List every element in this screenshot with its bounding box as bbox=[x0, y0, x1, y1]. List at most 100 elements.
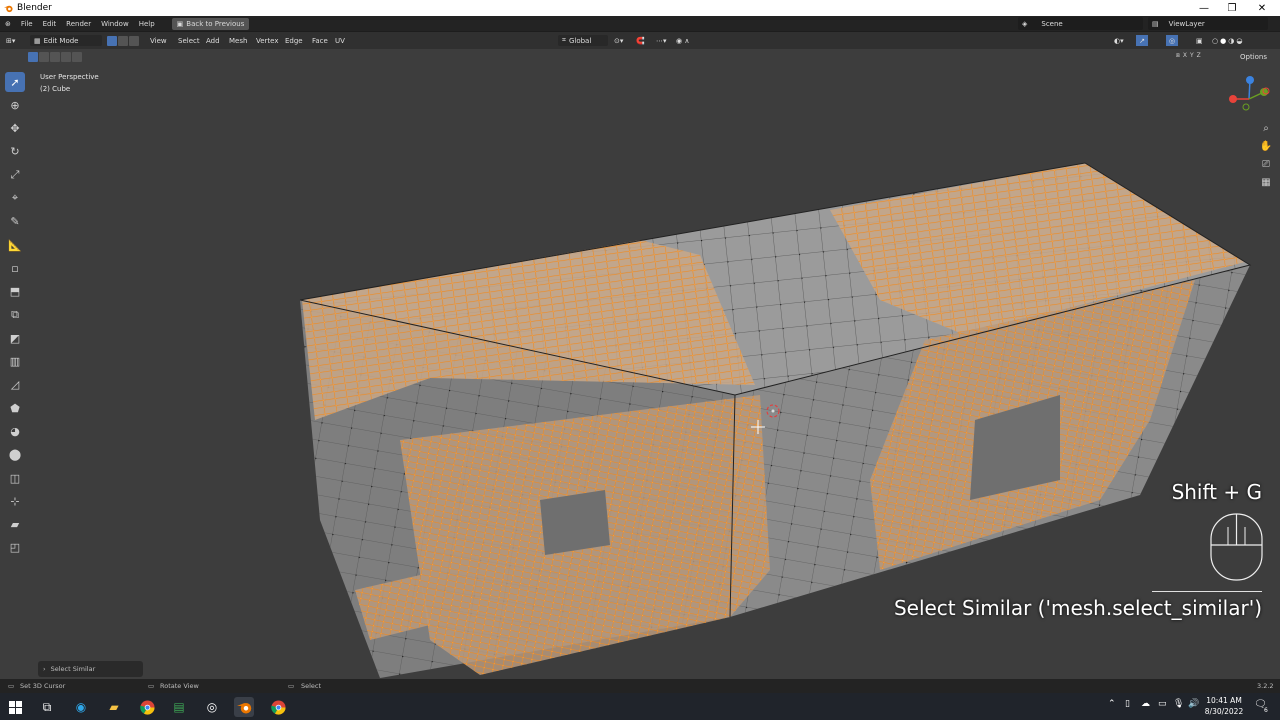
inset-tool-icon[interactable]: ⧉ bbox=[5, 305, 25, 325]
select-box-tool-icon[interactable]: ➚ bbox=[5, 72, 25, 92]
obs-icon[interactable]: ◎ bbox=[202, 697, 222, 717]
loop-cut-tool-icon[interactable]: ▥ bbox=[5, 352, 25, 372]
zoom-icon[interactable]: ⌕ bbox=[1258, 120, 1274, 136]
task-view-icon[interactable]: ⧉ bbox=[37, 697, 57, 717]
transform-tool-icon[interactable]: ⌖ bbox=[5, 188, 25, 208]
microphone-icon[interactable]: 🎙 bbox=[1173, 699, 1184, 709]
scale-tool-icon[interactable]: ⤢ bbox=[5, 165, 25, 185]
menu-add[interactable]: Add bbox=[206, 35, 220, 46]
subtract-selection-button[interactable] bbox=[50, 52, 60, 62]
measure-tool-icon[interactable]: 📐 bbox=[5, 235, 25, 255]
menu-select[interactable]: Select bbox=[178, 35, 200, 46]
blender-logo-icon bbox=[4, 4, 13, 13]
bevel-tool-icon[interactable]: ◩ bbox=[5, 328, 25, 348]
last-operator-panel[interactable]: › Select Similar bbox=[38, 661, 143, 677]
solid-shading-icon[interactable]: ● bbox=[1220, 37, 1226, 45]
mode-dropdown[interactable]: ▦ Edit Mode bbox=[30, 35, 102, 46]
intersect-selection-button[interactable] bbox=[72, 52, 82, 62]
menu-edit[interactable]: Edit bbox=[38, 20, 62, 28]
chrome-icon-2[interactable] bbox=[268, 697, 288, 717]
overlay-toggle-icon[interactable]: ◎ bbox=[1166, 35, 1178, 46]
view-name-label: User Perspective bbox=[40, 73, 99, 81]
invert-selection-button[interactable] bbox=[61, 52, 71, 62]
visibility-icon[interactable]: ◐▾ bbox=[1114, 35, 1124, 46]
back-icon: ▣ bbox=[176, 19, 184, 28]
edge-select-button[interactable] bbox=[118, 35, 128, 46]
poly-build-tool-icon[interactable]: ⬟ bbox=[5, 398, 25, 418]
file-explorer-icon[interactable]: ▰ bbox=[104, 697, 124, 717]
cursor-tool-icon[interactable]: ⊕ bbox=[5, 95, 25, 115]
shading-modes[interactable]: ○ ● ◑ ◒ bbox=[1212, 35, 1242, 46]
options-dropdown[interactable]: Options bbox=[1240, 53, 1267, 61]
back-to-previous-button[interactable]: ▣ Back to Previous bbox=[171, 17, 250, 30]
axis-z-button[interactable]: Z bbox=[1197, 52, 1201, 60]
add-cube-tool-icon[interactable]: ▫ bbox=[5, 258, 25, 278]
edge-slide-tool-icon[interactable]: ◫ bbox=[5, 468, 25, 488]
chrome-icon[interactable] bbox=[137, 697, 157, 717]
mirror-icon[interactable]: ⧈ bbox=[1176, 52, 1180, 60]
ortho-grid-icon[interactable]: ▦ bbox=[1258, 174, 1274, 190]
pan-hand-icon[interactable]: ✋ bbox=[1258, 138, 1274, 154]
close-window-button[interactable]: ✕ bbox=[1248, 0, 1276, 16]
scene-selector[interactable]: ◈ Scene bbox=[1018, 17, 1143, 30]
menu-edge[interactable]: Edge bbox=[285, 35, 303, 46]
rip-tool-icon[interactable]: ◰ bbox=[5, 538, 25, 558]
view-layer-selector[interactable]: ▤ ViewLayer bbox=[1148, 17, 1268, 30]
windows-start-icon[interactable] bbox=[5, 697, 25, 717]
blender-menu-icon[interactable]: ⊛ bbox=[0, 20, 16, 28]
mesh-canvas[interactable] bbox=[0, 49, 1280, 679]
menu-uv[interactable]: UV bbox=[335, 35, 345, 46]
clock[interactable]: 10:41 AM 8/30/2022 bbox=[1200, 695, 1248, 717]
minimize-button[interactable]: — bbox=[1190, 0, 1218, 16]
menu-face[interactable]: Face bbox=[312, 35, 328, 46]
tray-device-icon[interactable]: ▯ bbox=[1125, 699, 1130, 709]
menu-mesh[interactable]: Mesh bbox=[229, 35, 247, 46]
menu-file[interactable]: File bbox=[16, 20, 38, 28]
menu-window[interactable]: Window bbox=[96, 20, 134, 28]
edge-browser-icon[interactable]: ◉ bbox=[71, 697, 91, 717]
navigation-gizmo[interactable] bbox=[1224, 74, 1274, 114]
restore-button[interactable]: ❐ bbox=[1218, 0, 1246, 16]
smooth-tool-icon[interactable]: ⬤ bbox=[5, 445, 25, 465]
material-shading-icon[interactable]: ◑ bbox=[1228, 37, 1234, 45]
camera-view-icon[interactable]: ⎚ bbox=[1258, 156, 1274, 172]
mouse-middle-icon: ▭ bbox=[148, 682, 155, 690]
shrink-fatten-tool-icon[interactable]: ⊹ bbox=[5, 491, 25, 511]
vertex-select-button[interactable] bbox=[107, 35, 117, 46]
knife-tool-icon[interactable]: ◿ bbox=[5, 375, 25, 395]
battery-icon[interactable]: ▭ bbox=[1158, 699, 1167, 709]
transform-orientation-dropdown[interactable]: ⌗ Global bbox=[558, 35, 608, 46]
pivot-icon[interactable]: ⊙▾ bbox=[614, 35, 623, 46]
move-tool-icon[interactable]: ✥ bbox=[5, 119, 25, 139]
annotate-tool-icon[interactable]: ✎ bbox=[5, 212, 25, 232]
snap-target-icon[interactable]: ⋯▾ bbox=[656, 35, 667, 46]
rotate-tool-icon[interactable]: ↻ bbox=[5, 142, 25, 162]
blender-taskbar-icon[interactable] bbox=[234, 697, 254, 717]
3d-viewport[interactable] bbox=[0, 49, 1280, 679]
axis-y-button[interactable]: Y bbox=[1190, 52, 1194, 60]
wireframe-shading-icon[interactable]: ○ bbox=[1212, 37, 1218, 45]
face-select-button[interactable] bbox=[129, 35, 139, 46]
extrude-tool-icon[interactable]: ⬒ bbox=[5, 282, 25, 302]
menu-help[interactable]: Help bbox=[134, 20, 160, 28]
axis-mirror-group: ⧈ X Y Z bbox=[1176, 52, 1201, 60]
editor-type-icon[interactable]: ⊞▾ bbox=[6, 35, 15, 46]
onedrive-icon[interactable]: ☁ bbox=[1141, 699, 1150, 709]
menu-vertex[interactable]: Vertex bbox=[256, 35, 279, 46]
axis-x-button[interactable]: X bbox=[1183, 52, 1187, 60]
new-selection-button[interactable] bbox=[28, 52, 38, 62]
snap-icon[interactable]: 🧲 bbox=[636, 35, 645, 46]
volume-icon[interactable]: 🔊 bbox=[1188, 699, 1199, 709]
gizmo-toggle-icon[interactable]: ↗ bbox=[1136, 35, 1148, 46]
tray-chevron-icon[interactable]: ⌃ bbox=[1108, 699, 1116, 709]
menu-render[interactable]: Render bbox=[61, 20, 96, 28]
app-icon[interactable]: ▤ bbox=[169, 697, 189, 717]
window-title-bar: Blender — ❐ ✕ bbox=[0, 0, 1280, 16]
proportional-edit-icon[interactable]: ◉ ∧ bbox=[676, 35, 689, 46]
menu-view[interactable]: View bbox=[150, 35, 167, 46]
rendered-shading-icon[interactable]: ◒ bbox=[1236, 37, 1242, 45]
shear-tool-icon[interactable]: ▰ bbox=[5, 515, 25, 535]
extend-selection-button[interactable] bbox=[39, 52, 49, 62]
spin-tool-icon[interactable]: ◕ bbox=[5, 421, 25, 441]
xray-icon[interactable]: ▣ bbox=[1196, 35, 1203, 46]
